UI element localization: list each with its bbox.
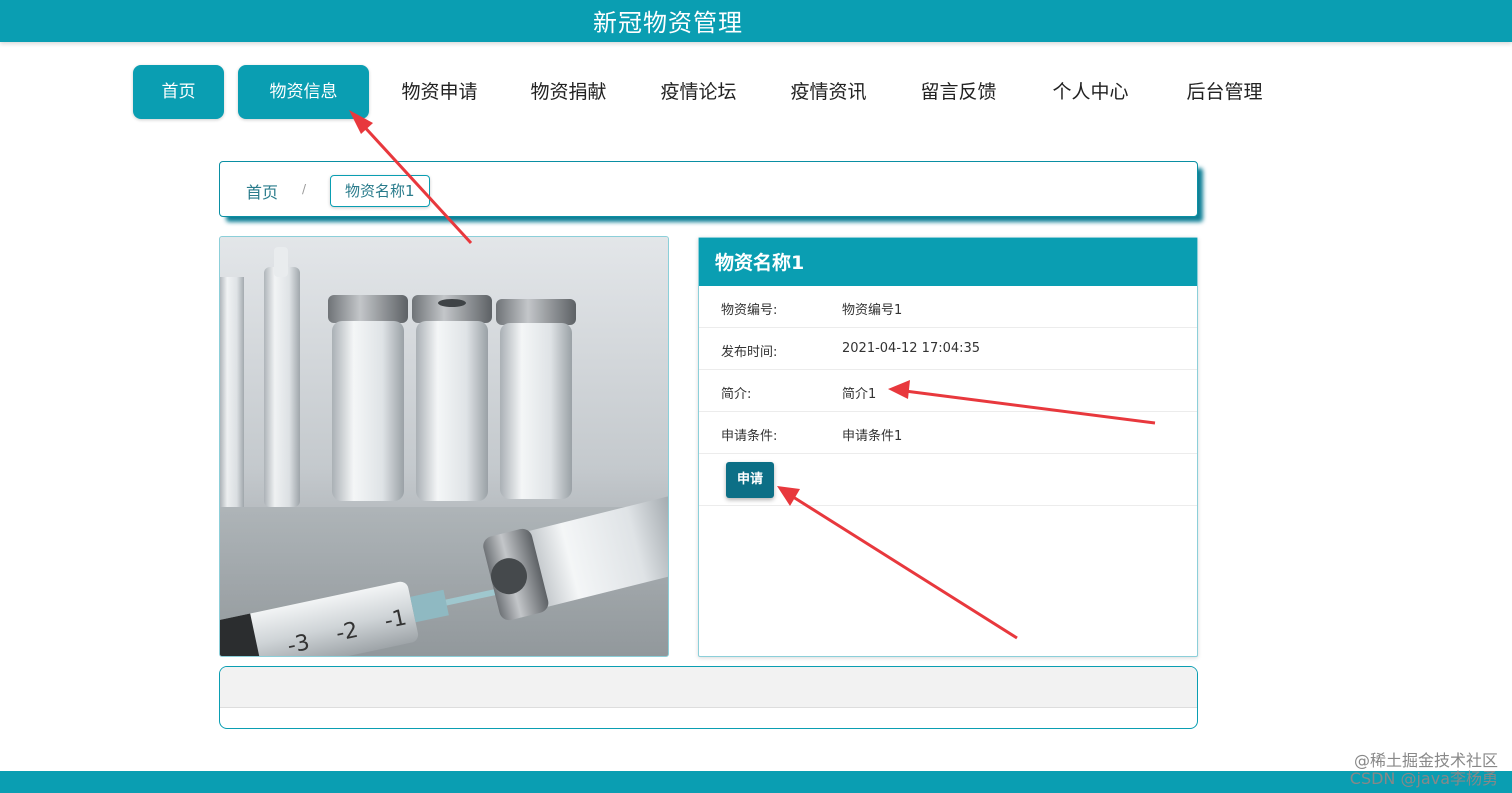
- detail-value: 简介1: [842, 387, 877, 402]
- nav-item-supplies-donate[interactable]: 物资捐献: [521, 65, 616, 119]
- site-title: 新冠物资管理: [593, 9, 743, 37]
- breadcrumb: 首页 / 物资名称1: [219, 161, 1198, 217]
- footer-bar: [0, 771, 1512, 793]
- nav-item-feedback[interactable]: 留言反馈: [911, 65, 1006, 119]
- apply-row: 申请: [699, 454, 1197, 506]
- nav-item-supplies-apply[interactable]: 物资申请: [392, 65, 487, 119]
- top-header-bar: 新冠物资管理: [0, 0, 1512, 42]
- detail-label: 简介:: [721, 387, 752, 402]
- apply-button[interactable]: 申请: [726, 462, 774, 498]
- comment-header: [220, 667, 1197, 708]
- comment-section: [219, 666, 1198, 729]
- watermark-line-1: @稀土掘金技术社区: [1353, 751, 1498, 770]
- nav-item-home[interactable]: 首页: [133, 65, 224, 119]
- detail-value: 申请条件1: [842, 429, 903, 444]
- vaccine-vials-image: -3 -2 -1: [220, 237, 668, 656]
- detail-value: 物资编号1: [842, 303, 903, 318]
- nav-item-news[interactable]: 疫情资讯: [781, 65, 876, 119]
- detail-row-publish-time: 发布时间: 2021-04-12 17:04:35: [699, 328, 1197, 370]
- product-image: -3 -2 -1: [219, 236, 669, 657]
- breadcrumb-home-link[interactable]: 首页: [246, 179, 278, 203]
- nav-item-supplies-info[interactable]: 物资信息: [238, 65, 369, 119]
- detail-row-code: 物资编号: 物资编号1: [699, 286, 1197, 328]
- watermark: @稀土掘金技术社区 CSDN @java李杨勇: [1350, 752, 1498, 788]
- detail-label: 物资编号:: [721, 303, 778, 318]
- nav-item-user-center[interactable]: 个人中心: [1043, 65, 1138, 119]
- app-root: 新冠物资管理 首页 物资信息 物资申请 物资捐献 疫情论坛 疫情资讯 留言反馈 …: [0, 0, 1512, 793]
- breadcrumb-separator: /: [302, 182, 307, 196]
- detail-value: 2021-04-12 17:04:35: [842, 341, 981, 356]
- nav-item-forum[interactable]: 疫情论坛: [651, 65, 746, 119]
- nav-item-admin[interactable]: 后台管理: [1177, 65, 1272, 119]
- detail-title: 物资名称1: [699, 238, 1197, 286]
- detail-panel: 物资名称1 物资编号: 物资编号1 发布时间: 2021-04-12 17:04…: [698, 237, 1198, 657]
- detail-row-intro: 简介: 简介1: [699, 370, 1197, 412]
- breadcrumb-current: 物资名称1: [330, 175, 430, 207]
- detail-row-condition: 申请条件: 申请条件1: [699, 412, 1197, 454]
- detail-label: 申请条件:: [721, 429, 778, 444]
- detail-label: 发布时间:: [721, 345, 778, 360]
- watermark-line-2: CSDN @java李杨勇: [1349, 769, 1498, 788]
